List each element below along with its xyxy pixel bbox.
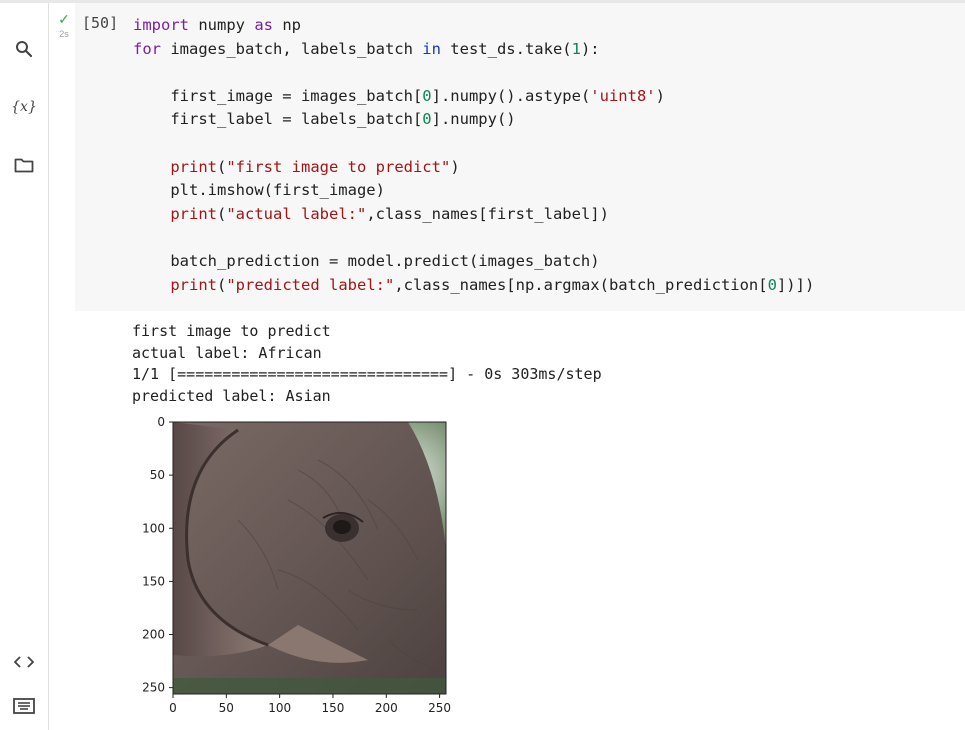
cell-output: first image to predict actual label: Afr… — [132, 322, 602, 406]
execution-time: 2s — [59, 29, 69, 39]
x-tick-label: 100 — [268, 701, 291, 715]
y-tick-label: 200 — [142, 628, 165, 642]
elephant-image — [173, 422, 446, 694]
code-editor[interactable]: import numpy as np for images_batch, lab… — [133, 14, 814, 297]
keyboard-icon[interactable] — [8, 690, 40, 722]
folder-icon[interactable] — [8, 149, 40, 181]
x-tick-label: 200 — [375, 701, 398, 715]
check-icon: ✓ — [58, 11, 70, 27]
x-tick-label: 0 — [169, 701, 177, 715]
code-icon[interactable] — [8, 646, 40, 678]
y-tick-label: 0 — [157, 415, 165, 429]
imshow-plot: 0 50 100 150 200 250 0 50 100 150 200 250 — [142, 415, 451, 715]
cell-status: ✓ 2s — [52, 12, 76, 39]
search-icon[interactable] — [8, 33, 40, 65]
y-tick-label: 150 — [142, 574, 165, 588]
execution-count: [50] — [82, 14, 119, 32]
x-tick-label: 50 — [219, 701, 234, 715]
variables-icon[interactable]: {x} — [8, 91, 40, 123]
left-sidebar: {x} — [0, 3, 49, 730]
y-tick-label: 50 — [150, 468, 165, 482]
x-tick-label: 150 — [322, 701, 345, 715]
y-tick-label: 100 — [142, 521, 165, 535]
y-tick-label: 250 — [142, 681, 165, 695]
x-tick-label: 250 — [428, 701, 451, 715]
